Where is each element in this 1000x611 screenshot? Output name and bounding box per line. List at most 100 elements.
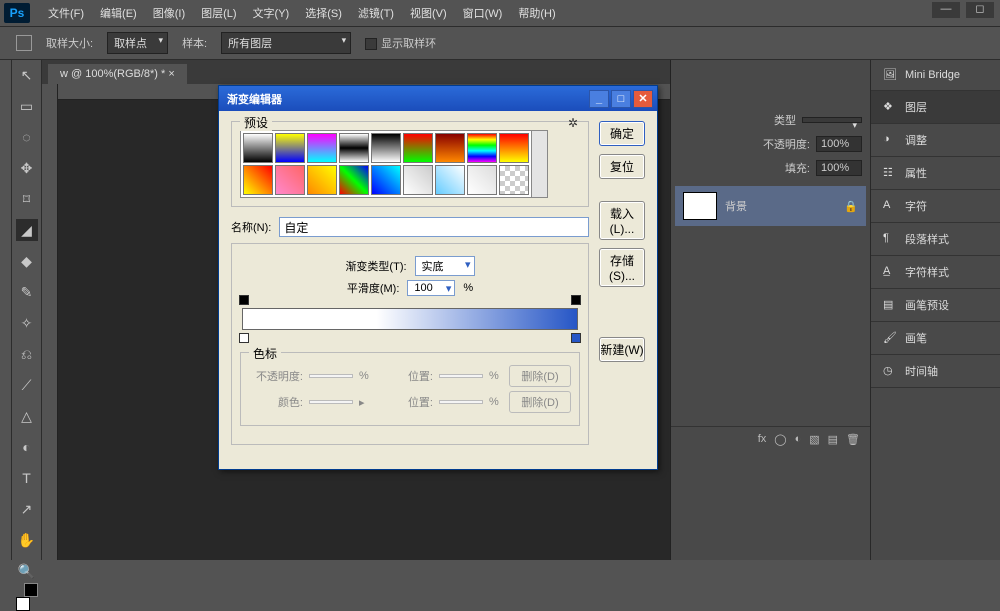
preset-swatch[interactable] [403, 165, 433, 195]
eraser-tool[interactable]: ⟋ [16, 374, 38, 396]
background-swatch[interactable] [24, 583, 38, 597]
sample-dropdown[interactable]: 所有图层 [221, 32, 351, 54]
new-layer-icon[interactable]: ▤ [828, 433, 838, 446]
crop-tool[interactable]: ⌑ [16, 188, 38, 210]
preset-swatch[interactable] [243, 133, 273, 163]
smooth-field[interactable]: 100 [407, 280, 455, 296]
preset-swatch[interactable] [435, 165, 465, 195]
preset-swatch[interactable] [467, 133, 497, 163]
name-field[interactable] [279, 217, 589, 237]
tab-adjustments[interactable]: ◑调整 [871, 124, 1000, 157]
save-button[interactable]: 存储(S)... [599, 248, 645, 287]
zoom-tool[interactable]: 🔍 [16, 560, 38, 582]
layers-icon: ❖ [883, 100, 897, 114]
gradient-bar[interactable] [242, 308, 578, 330]
show-ring-check[interactable]: 显示取样环 [365, 35, 436, 51]
marquee-tool[interactable]: ▭ [16, 95, 38, 117]
menu-file[interactable]: 文件(F) [40, 1, 92, 25]
document-tab[interactable]: w @ 100%(RGB/8*) * × [48, 64, 187, 84]
presets-menu-icon[interactable]: ✲ [568, 116, 578, 130]
preset-scrollbar[interactable] [532, 130, 548, 198]
stamp-tool[interactable]: ✧ [16, 312, 38, 334]
ok-button[interactable]: 确定 [599, 121, 645, 146]
preset-swatch[interactable] [339, 165, 369, 195]
color-stop-right[interactable] [571, 333, 581, 343]
stop-color-swatch[interactable] [309, 400, 353, 404]
dialog-minimize[interactable]: _ [589, 90, 609, 108]
adjust-icon[interactable]: ◐ [795, 433, 802, 446]
foreground-swatch[interactable] [16, 597, 30, 611]
tab-layers[interactable]: ❖图层 [871, 91, 1000, 124]
preset-swatch[interactable] [435, 133, 465, 163]
minimize-button[interactable]: — [932, 2, 960, 18]
type-tool[interactable]: T [16, 467, 38, 489]
lasso-tool[interactable]: ◌ [16, 126, 38, 148]
preset-swatch[interactable] [275, 165, 305, 195]
dialog-titlebar[interactable]: 渐变编辑器 _ □ ✕ [219, 86, 657, 111]
layer-type-dropdown[interactable] [802, 117, 862, 123]
color-stop-left[interactable] [239, 333, 249, 343]
preset-swatch[interactable] [275, 133, 305, 163]
path-tool[interactable]: ↗ [16, 498, 38, 520]
preset-swatch[interactable] [307, 165, 337, 195]
tab-character[interactable]: A字符 [871, 190, 1000, 223]
trash-icon[interactable]: 🗑 [846, 433, 860, 446]
preset-swatch[interactable] [243, 165, 273, 195]
eyedropper-tool[interactable]: ◢ [16, 219, 38, 241]
dialog-close[interactable]: ✕ [633, 90, 653, 108]
preset-swatch[interactable] [371, 165, 401, 195]
dodge-tool[interactable]: ◐ [16, 436, 38, 458]
opacity-stop-left[interactable] [239, 295, 249, 305]
preset-swatch[interactable] [371, 133, 401, 163]
brush-tool[interactable]: ✎ [16, 281, 38, 303]
menu-text[interactable]: 文字(Y) [245, 1, 298, 25]
menu-layer[interactable]: 图层(L) [193, 1, 244, 25]
preset-swatch[interactable] [499, 165, 529, 195]
menu-image[interactable]: 图像(I) [145, 1, 193, 25]
fx-icon[interactable]: fx [758, 433, 767, 446]
stop-color-location-field[interactable] [439, 400, 483, 404]
sample-size-dropdown[interactable]: 取样点 [107, 32, 168, 54]
tab-char-styles[interactable]: A̲字符样式 [871, 256, 1000, 289]
tab-timeline[interactable]: ◷时间轴 [871, 355, 1000, 388]
wand-tool[interactable]: ✥ [16, 157, 38, 179]
tab-properties[interactable]: ☷属性 [871, 157, 1000, 190]
stop-delete-color[interactable]: 删除(D) [509, 391, 571, 413]
load-button[interactable]: 载入(L)... [599, 201, 645, 240]
tab-brush-presets[interactable]: ▤画笔预设 [871, 289, 1000, 322]
menu-select[interactable]: 选择(S) [297, 1, 350, 25]
restore-button[interactable]: ◻ [966, 2, 994, 18]
layer-row[interactable]: 背景 🔒 [675, 186, 866, 226]
dialog-maximize[interactable]: □ [611, 90, 631, 108]
stop-delete-opacity[interactable]: 删除(D) [509, 365, 571, 387]
folder-icon[interactable]: ▧ [809, 433, 819, 446]
opacity-stop-right[interactable] [571, 295, 581, 305]
gradient-tool[interactable]: △ [16, 405, 38, 427]
stop-location-field[interactable] [439, 374, 483, 378]
history-brush-tool[interactable]: ⎌ [16, 343, 38, 365]
reset-button[interactable]: 复位 [599, 154, 645, 179]
tab-paragraph-styles[interactable]: ¶段落样式 [871, 223, 1000, 256]
opacity-field[interactable]: 100% [816, 136, 862, 152]
fill-field[interactable]: 100% [816, 160, 862, 176]
type-dropdown[interactable]: 实底 [415, 256, 475, 276]
menu-filter[interactable]: 滤镜(T) [350, 1, 402, 25]
heal-tool[interactable]: ◆ [16, 250, 38, 272]
preset-swatch[interactable] [467, 165, 497, 195]
preset-swatch[interactable] [499, 133, 529, 163]
preset-swatch[interactable] [403, 133, 433, 163]
stop-color-arrow[interactable]: ▸ [359, 396, 373, 409]
menu-view[interactable]: 视图(V) [402, 1, 455, 25]
menu-help[interactable]: 帮助(H) [510, 1, 563, 25]
hand-tool[interactable]: ✋ [16, 529, 38, 551]
mask-icon[interactable]: ◯ [774, 433, 786, 446]
stop-opacity-field[interactable] [309, 374, 353, 378]
preset-swatch[interactable] [339, 133, 369, 163]
menu-window[interactable]: 窗口(W) [455, 1, 511, 25]
tab-mini-bridge[interactable]: 🖼Mini Bridge [871, 60, 1000, 91]
new-button[interactable]: 新建(W) [599, 337, 645, 362]
preset-swatch[interactable] [307, 133, 337, 163]
menu-edit[interactable]: 编辑(E) [92, 1, 145, 25]
tab-brushes[interactable]: 🖌画笔 [871, 322, 1000, 355]
move-tool[interactable]: ↖ [16, 64, 38, 86]
